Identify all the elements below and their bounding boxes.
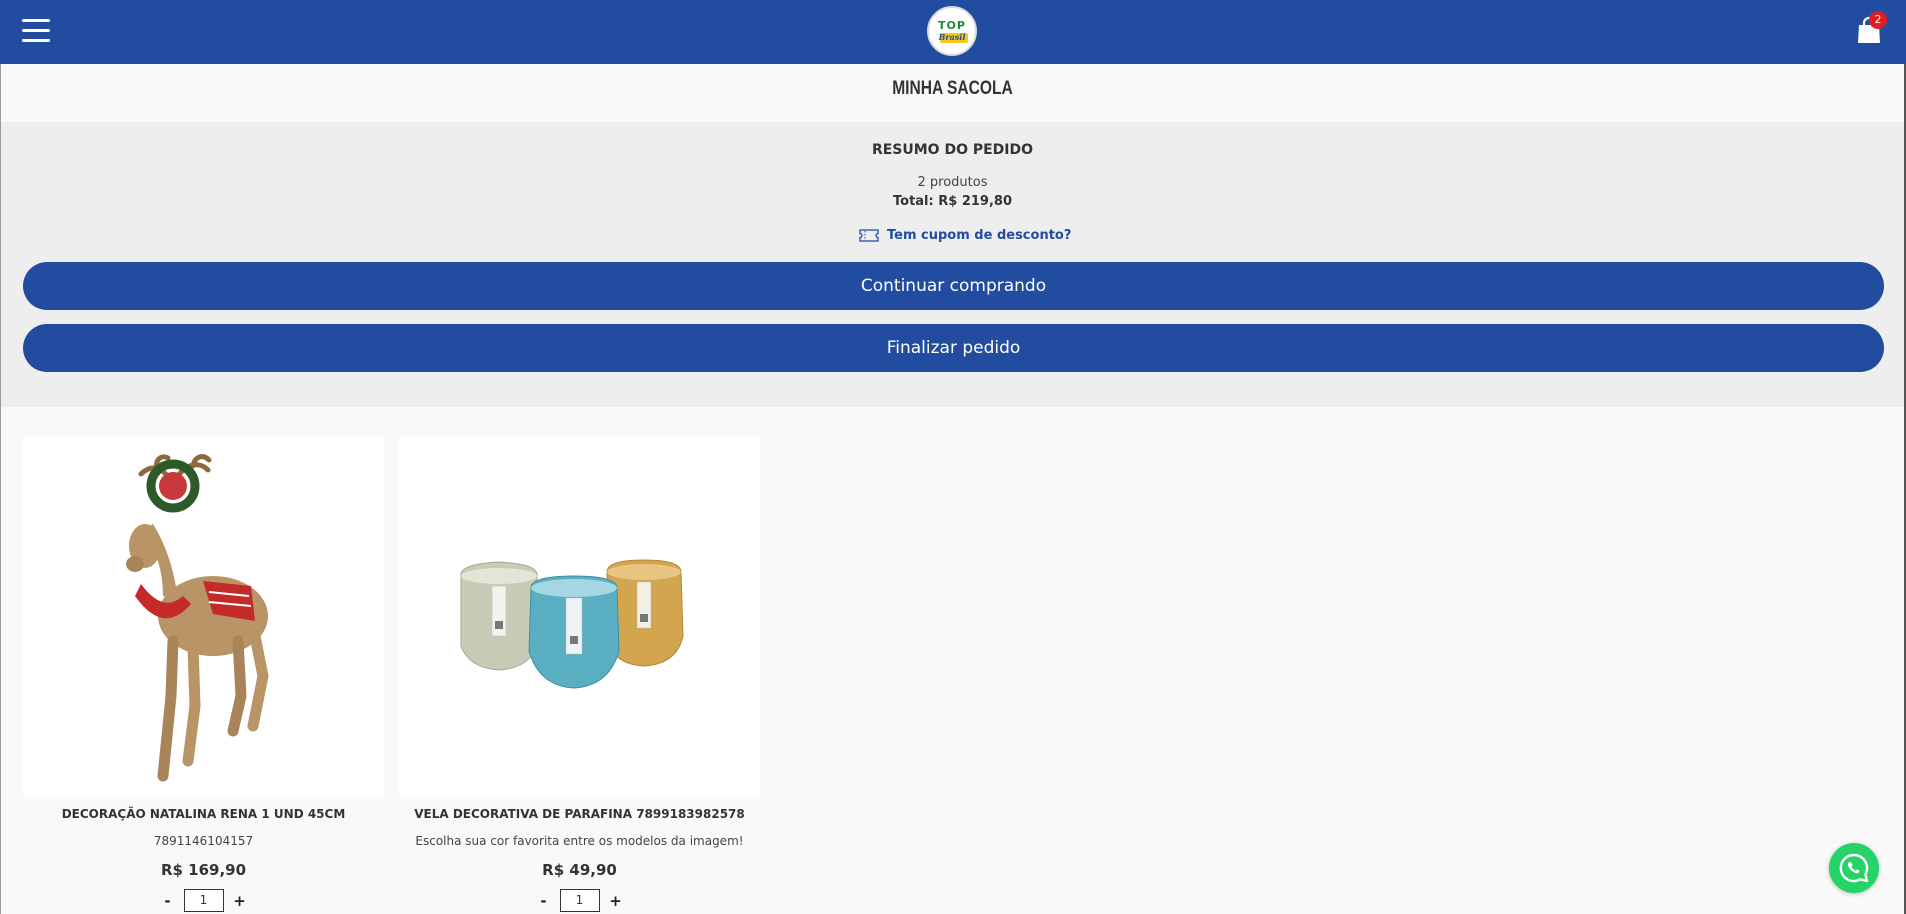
cart-products-list: DECORAÇÃO NATALINA RENA 1 UND 45CM 78911… bbox=[0, 407, 1906, 914]
product-subtitle: 7891146104157 bbox=[153, 834, 254, 848]
hamburger-menu-icon[interactable] bbox=[22, 19, 50, 43]
logo-bottom-text: Brasil bbox=[938, 32, 966, 42]
order-summary: RESUMO DO PEDIDO 2 produtos Total: R$ 21… bbox=[0, 122, 1906, 407]
product-name[interactable]: DECORAÇÃO NATALINA RENA 1 UND 45CM bbox=[23, 807, 384, 821]
store-logo[interactable]: TOP Brasil bbox=[927, 6, 977, 56]
ticket-icon bbox=[859, 228, 879, 242]
product-price: R$ 49,90 bbox=[542, 861, 617, 879]
product-count: 2 produtos bbox=[917, 175, 988, 190]
reindeer-illustration bbox=[126, 454, 269, 782]
finish-order-button[interactable]: Finalizar pedido bbox=[23, 324, 1884, 372]
cart-count-badge: 2 bbox=[1869, 11, 1887, 29]
quantity-stepper: - 1 + bbox=[23, 889, 384, 912]
product-subtitle: Escolha sua cor favorita entre os modelo… bbox=[415, 834, 744, 848]
summary-title: RESUMO DO PEDIDO bbox=[871, 142, 1034, 158]
increment-button[interactable]: + bbox=[606, 892, 626, 910]
logo-top-text: TOP bbox=[938, 19, 966, 32]
product-name[interactable]: VELA DECORATIVA DE PARAFINA 789918398257… bbox=[399, 807, 760, 821]
product-image-reindeer[interactable] bbox=[23, 436, 384, 797]
product-card: DECORAÇÃO NATALINA RENA 1 UND 45CM 78911… bbox=[23, 436, 384, 912]
coupon-label: Tem cupom de desconto? bbox=[887, 227, 1072, 243]
product-card: VELA DECORATIVA DE PARAFINA 789918398257… bbox=[399, 436, 760, 912]
title-section: MINHA SACOLA bbox=[0, 64, 1906, 122]
quantity-input[interactable]: 1 bbox=[183, 889, 224, 912]
quantity-input[interactable]: 1 bbox=[559, 889, 600, 912]
whatsapp-icon bbox=[1839, 853, 1869, 883]
order-total: Total: R$ 219,80 bbox=[893, 194, 1012, 209]
page-title: MINHA SACOLA bbox=[892, 78, 1013, 99]
top-navigation-bar: TOP Brasil 2 bbox=[0, 0, 1906, 64]
product-image-candles[interactable] bbox=[399, 436, 760, 797]
coupon-link[interactable]: Tem cupom de desconto? bbox=[859, 225, 1071, 245]
quantity-stepper: - 1 + bbox=[399, 889, 760, 912]
whatsapp-chat-button[interactable] bbox=[1829, 843, 1879, 893]
candles-illustration bbox=[460, 559, 684, 689]
decrement-button[interactable]: - bbox=[158, 892, 178, 910]
product-price: R$ 169,90 bbox=[160, 861, 247, 879]
decrement-button[interactable]: - bbox=[534, 892, 554, 910]
increment-button[interactable]: + bbox=[230, 892, 250, 910]
continue-shopping-button[interactable]: Continuar comprando bbox=[23, 262, 1884, 310]
